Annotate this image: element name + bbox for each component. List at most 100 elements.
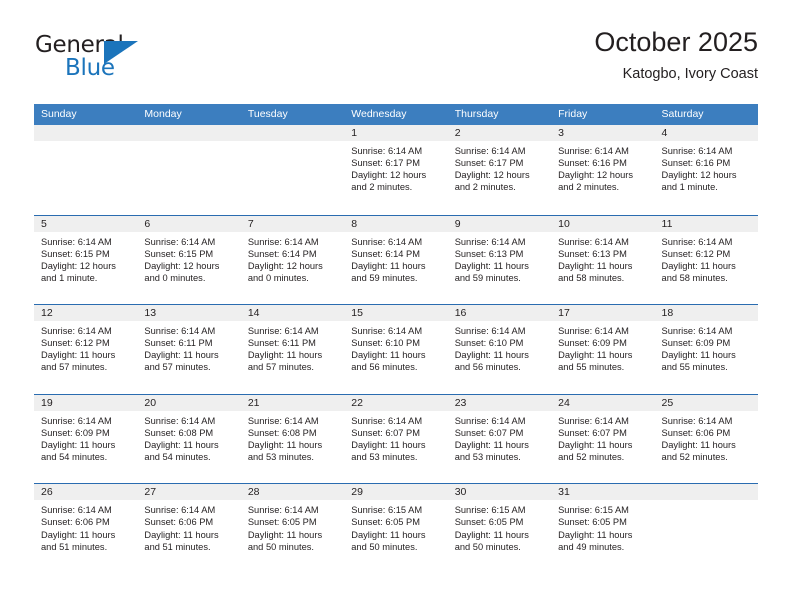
calendar-day-cell[interactable]: 12 Sunrise: 6:14 AM Sunset: 6:12 PM Dayligh… [34, 305, 138, 394]
day-details: Sunrise: 6:14 AM Sunset: 6:14 PM Daylight:… [241, 232, 344, 284]
calendar-day-cell[interactable]: 2 Sunrise: 6:14 AM Sunset: 6:17 PM Daylight… [447, 125, 552, 215]
day-number: 9 [447, 215, 552, 232]
day-number: 30 [447, 484, 552, 501]
calendar-day-cell[interactable]: 25 Sunrise: 6:14 AM Sunset: 6:06 PM Dayligh… [654, 394, 758, 484]
day-details: Sunrise: 6:14 AM Sunset: 6:09 PM Daylight:… [551, 321, 654, 373]
daylight-text: Daylight: 11 hours and 52 minutes. [661, 439, 736, 463]
calendar-weeks: 1 Sunrise: 6:14 AM Sunset: 6:17 PM Daylight… [34, 125, 758, 573]
calendar-day-cell[interactable]: 1 Sunrise: 6:14 AM Sunset: 6:17 PM Daylight… [344, 125, 448, 215]
sunset-text: Sunset: 6:11 PM [247, 338, 316, 349]
calendar-day-cell[interactable]: 19 Sunrise: 6:14 AM Sunset: 6:09 PM Dayligh… [34, 394, 138, 484]
day-number: 13 [137, 305, 241, 322]
day-number: 4 [654, 125, 758, 141]
page-subtitle: Katogbo, Ivory Coast [622, 66, 758, 82]
calendar-day-cell[interactable]: 9 Sunrise: 6:14 AM Sunset: 6:13 PM Daylight… [447, 215, 552, 305]
day-number: 14 [240, 305, 345, 322]
calendar-day-cell[interactable]: 20 Sunrise: 6:14 AM Sunset: 6:08 PM Dayligh… [137, 394, 241, 484]
calendar-day-cell[interactable]: 3 Sunrise: 6:14 AM Sunset: 6:16 PM Daylight… [551, 125, 655, 215]
page-header: General Blue October 2025 Katogbo, Ivory… [0, 0, 792, 100]
sunrise-text: Sunrise: 6:14 AM [144, 326, 216, 337]
calendar-day-cell[interactable]: 17 Sunrise: 6:14 AM Sunset: 6:09 PM Dayligh… [551, 305, 655, 394]
calendar-day-cell[interactable]: 11 Sunrise: 6:14 AM Sunset: 6:12 PM Dayligh… [654, 215, 758, 305]
calendar-day-cell[interactable]: 18 Sunrise: 6:14 AM Sunset: 6:09 PM Dayligh… [654, 305, 758, 394]
daylight-text: Daylight: 11 hours and 50 minutes. [454, 529, 529, 552]
daylight-text: Daylight: 11 hours and 57 minutes. [41, 350, 116, 373]
day-details: Sunrise: 6:14 AM Sunset: 6:06 PM Daylight:… [137, 500, 240, 552]
calendar-day-cell[interactable]: 6 Sunrise: 6:14 AM Sunset: 6:15 PM Daylight… [137, 215, 241, 305]
daylight-text: Daylight: 11 hours and 55 minutes. [661, 350, 736, 373]
calendar-day-cell[interactable]: 14 Sunrise: 6:14 AM Sunset: 6:11 PM Dayligh… [240, 305, 345, 394]
calendar-week-row: 26 Sunrise: 6:14 AM Sunset: 6:06 PM Dayligh… [34, 483, 758, 573]
calendar-day-cell[interactable]: 21 Sunrise: 6:14 AM Sunset: 6:08 PM Dayligh… [240, 394, 345, 484]
sunrise-text: Sunrise: 6:14 AM [454, 236, 526, 247]
day-number: 18 [654, 305, 758, 322]
sunset-text: Sunset: 6:08 PM [247, 427, 317, 438]
weekday-sunday: Sunday [41, 108, 77, 120]
sunrise-text: Sunrise: 6:14 AM [144, 505, 216, 516]
daylight-text: Daylight: 11 hours and 55 minutes. [558, 350, 633, 373]
daylight-text: Daylight: 11 hours and 51 minutes. [41, 529, 116, 552]
calendar-day-cell[interactable]: 23 Sunrise: 6:14 AM Sunset: 6:07 PM Dayligh… [447, 394, 552, 484]
day-details: Sunrise: 6:14 AM Sunset: 6:07 PM Daylight:… [448, 411, 551, 463]
calendar-day-cell[interactable]: 31 Sunrise: 6:15 AM Sunset: 6:05 PM Dayligh… [551, 484, 655, 573]
sunrise-text: Sunrise: 6:14 AM [247, 326, 319, 337]
sunrise-text: Sunrise: 6:14 AM [144, 415, 216, 426]
weekday-saturday: Saturday [661, 108, 704, 120]
calendar-day-cell[interactable]: 24 Sunrise: 6:14 AM Sunset: 6:07 PM Dayligh… [551, 394, 655, 484]
day-number: 26 [34, 484, 138, 501]
daylight-text: Daylight: 11 hours and 54 minutes. [41, 439, 116, 463]
sunrise-text: Sunrise: 6:14 AM [351, 326, 423, 337]
day-number: 7 [240, 215, 345, 232]
sunset-text: Sunset: 6:17 PM [351, 158, 420, 169]
sunset-text: Sunset: 6:15 PM [144, 248, 214, 259]
calendar-day-cell[interactable]: 5 Sunrise: 6:14 AM Sunset: 6:15 PM Daylight… [34, 215, 138, 305]
sunset-text: Sunset: 6:16 PM [558, 158, 627, 169]
sunset-text: Sunset: 6:13 PM [558, 248, 627, 259]
sunset-text: Sunset: 6:06 PM [41, 517, 110, 528]
calendar-day-cell[interactable]: 16 Sunrise: 6:14 AM Sunset: 6:10 PM Dayligh… [447, 305, 552, 394]
sunrise-text: Sunrise: 6:14 AM [247, 415, 319, 426]
sunrise-text: Sunrise: 6:14 AM [247, 236, 319, 247]
daylight-text: Daylight: 12 hours and 2 minutes. [454, 170, 530, 193]
daylight-text: Daylight: 11 hours and 50 minutes. [351, 529, 426, 552]
calendar-day-cell-empty [137, 125, 241, 215]
general-blue-logo: General Blue [35, 33, 165, 83]
calendar-week-row: 1 Sunrise: 6:14 AM Sunset: 6:17 PM Daylight… [34, 125, 758, 215]
calendar-day-cell[interactable]: 27 Sunrise: 6:14 AM Sunset: 6:06 PM Dayligh… [137, 484, 241, 573]
day-details: Sunrise: 6:14 AM Sunset: 6:05 PM Daylight:… [241, 500, 344, 552]
calendar-day-cell[interactable]: 22 Sunrise: 6:14 AM Sunset: 6:07 PM Dayligh… [344, 394, 448, 484]
daylight-text: Daylight: 11 hours and 52 minutes. [558, 439, 633, 463]
calendar-day-cell[interactable]: 30 Sunrise: 6:15 AM Sunset: 6:05 PM Dayligh… [447, 484, 552, 573]
day-number: 24 [551, 394, 655, 411]
daylight-text: Daylight: 11 hours and 54 minutes. [144, 439, 219, 463]
day-details: Sunrise: 6:14 AM Sunset: 6:16 PM Daylight:… [551, 141, 654, 193]
sunrise-text: Sunrise: 6:14 AM [661, 326, 733, 337]
sunrise-text: Sunrise: 6:14 AM [351, 236, 423, 247]
calendar-day-cell[interactable]: 7 Sunrise: 6:14 AM Sunset: 6:14 PM Daylight… [240, 215, 345, 305]
sunrise-text: Sunrise: 6:14 AM [41, 326, 112, 337]
calendar-day-cell[interactable]: 4 Sunrise: 6:14 AM Sunset: 6:16 PM Daylight… [654, 125, 758, 215]
calendar-day-cell[interactable]: 13 Sunrise: 6:14 AM Sunset: 6:11 PM Dayligh… [137, 305, 241, 394]
sunset-text: Sunset: 6:08 PM [144, 427, 214, 438]
day-number: 16 [447, 305, 552, 322]
calendar-day-cell[interactable]: 15 Sunrise: 6:14 AM Sunset: 6:10 PM Dayligh… [344, 305, 448, 394]
sunrise-text: Sunrise: 6:14 AM [454, 326, 526, 337]
calendar-day-cell[interactable]: 8 Sunrise: 6:14 AM Sunset: 6:14 PM Daylight… [344, 215, 448, 305]
sunrise-text: Sunrise: 6:14 AM [351, 146, 423, 156]
sunrise-text: Sunrise: 6:14 AM [41, 505, 112, 516]
day-number: 12 [34, 305, 138, 322]
calendar-day-cell[interactable]: 28 Sunrise: 6:14 AM Sunset: 6:05 PM Dayligh… [240, 484, 345, 573]
day-number: 19 [34, 394, 138, 411]
sunrise-text: Sunrise: 6:14 AM [247, 505, 319, 516]
calendar-day-cell[interactable]: 26 Sunrise: 6:14 AM Sunset: 6:06 PM Dayligh… [34, 484, 138, 573]
day-number: 17 [551, 305, 655, 322]
calendar-day-cell-empty [240, 125, 345, 215]
sunset-text: Sunset: 6:05 PM [247, 517, 317, 528]
calendar-day-cell[interactable]: 29 Sunrise: 6:15 AM Sunset: 6:05 PM Dayligh… [344, 484, 448, 573]
sunset-text: Sunset: 6:10 PM [351, 338, 420, 349]
daylight-text: Daylight: 11 hours and 59 minutes. [351, 260, 426, 283]
day-number: 25 [654, 394, 758, 411]
title-block: October 2025 Katogbo, Ivory Coast [594, 26, 758, 83]
calendar-day-cell[interactable]: 10 Sunrise: 6:14 AM Sunset: 6:13 PM Dayligh… [551, 215, 655, 305]
sunrise-text: Sunrise: 6:14 AM [661, 236, 733, 247]
